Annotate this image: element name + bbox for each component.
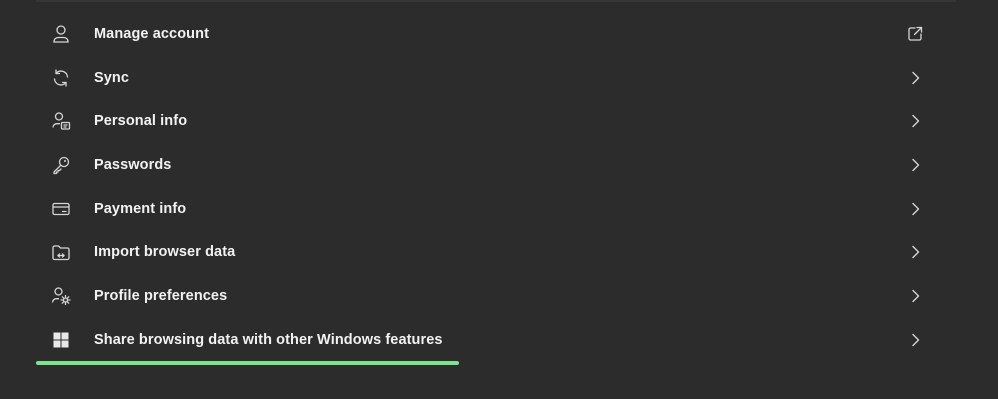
external-link-icon[interactable]: [904, 23, 926, 45]
settings-item-label: Sync: [94, 69, 130, 86]
windows-logo-icon: [50, 329, 72, 351]
chevron-right-icon: [904, 241, 926, 263]
settings-item-share-browsing-data[interactable]: Share browsing data with other Windows f…: [36, 318, 956, 362]
settings-item-passwords[interactable]: Passwords: [36, 143, 956, 187]
chevron-right-icon: [904, 154, 926, 176]
settings-item-payment-info[interactable]: Payment info: [36, 187, 956, 231]
key-icon: [50, 154, 72, 176]
chevron-right-icon: [904, 110, 926, 132]
chevron-right-icon: [904, 285, 926, 307]
person-card-icon: [50, 110, 72, 132]
divider: [36, 0, 956, 2]
settings-item-label: Share browsing data with other Windows f…: [94, 331, 443, 348]
credit-card-icon: [50, 198, 72, 220]
settings-item-label: Passwords: [94, 156, 172, 173]
folder-import-icon: [50, 241, 72, 263]
highlight-underline: [36, 361, 459, 365]
settings-item-personal-info[interactable]: Personal info: [36, 99, 956, 143]
settings-item-manage-account[interactable]: Manage account: [36, 12, 956, 56]
person-settings-icon: [50, 285, 72, 307]
settings-item-label: Profile preferences: [94, 287, 228, 304]
chevron-right-icon: [904, 198, 926, 220]
chevron-right-icon: [904, 329, 926, 351]
sync-icon: [50, 67, 72, 89]
profile-settings-panel: Manage account Sync Personal info Passwo…: [0, 0, 998, 399]
chevron-right-icon: [904, 67, 926, 89]
settings-item-label: Import browser data: [94, 244, 236, 261]
settings-item-import-browser-data[interactable]: Import browser data: [36, 230, 956, 274]
settings-item-profile-preferences[interactable]: Profile preferences: [36, 274, 956, 318]
settings-item-label: Personal info: [94, 113, 188, 130]
settings-item-label: Payment info: [94, 200, 187, 217]
settings-list: Manage account Sync Personal info Passwo…: [36, 12, 956, 362]
settings-item-sync[interactable]: Sync: [36, 56, 956, 100]
settings-item-label: Manage account: [94, 25, 210, 42]
person-icon: [50, 23, 72, 45]
